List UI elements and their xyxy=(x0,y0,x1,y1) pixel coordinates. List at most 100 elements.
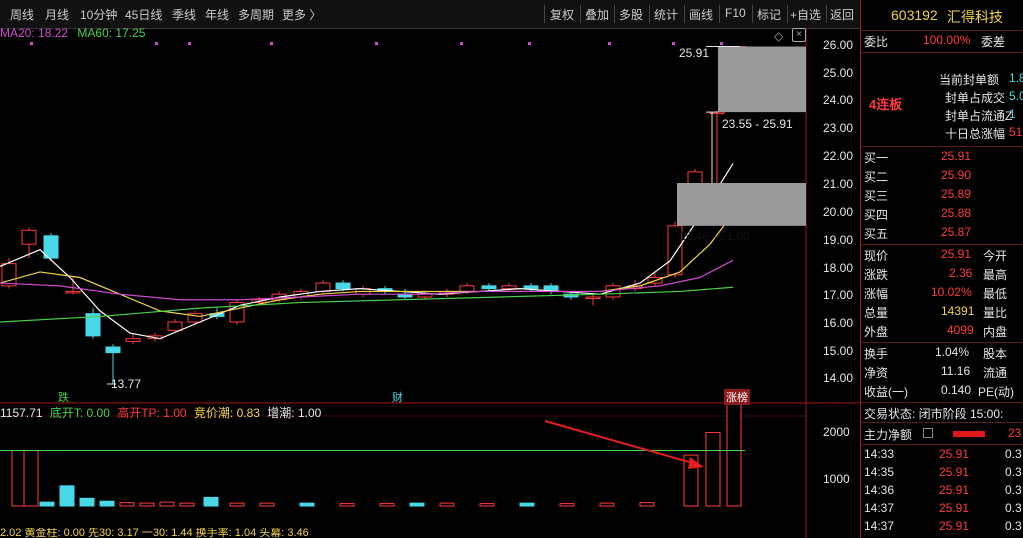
event-drop-marker[interactable]: 跌 xyxy=(58,389,69,405)
period-multi[interactable]: 多周期 xyxy=(238,6,274,23)
period-more[interactable]: 更多 〉 xyxy=(282,6,321,23)
quote-value: 2.36 xyxy=(949,266,973,280)
tick-time: 14:36 xyxy=(864,483,895,497)
tick-price: 25.91 xyxy=(939,501,970,515)
quote-label: 外盘 xyxy=(864,325,889,339)
volume-bar xyxy=(119,502,135,507)
tick-time: 14:37 xyxy=(864,501,895,515)
period-week[interactable]: 周线 xyxy=(10,6,34,23)
tool-mark-button[interactable]: 标记 xyxy=(757,6,781,23)
tool-add-watch-button[interactable]: +自选 xyxy=(790,6,821,23)
volume-bar xyxy=(23,449,39,507)
price-tick: 18.00 xyxy=(823,261,854,275)
tool-draw-button[interactable]: 画线 xyxy=(689,6,713,23)
price-tick: 21.00 xyxy=(823,177,854,191)
main-flow-value: 23 xyxy=(1008,426,1022,440)
weicha-label: 委差 xyxy=(981,35,1006,49)
tick-volume: 0.3 xyxy=(1005,519,1022,533)
bid-row[interactable]: 买一 25.91 xyxy=(861,148,1023,166)
signal-dot xyxy=(375,42,378,45)
seal-float-label: 封单占流通Z xyxy=(945,109,1013,123)
stat-label-right: 流通 xyxy=(983,366,1008,380)
volume-bar xyxy=(439,502,455,507)
volume-bar xyxy=(99,500,115,507)
bid-price: 25.88 xyxy=(941,206,972,220)
tick-price: 25.91 xyxy=(939,483,970,497)
period-10min[interactable]: 10分钟 xyxy=(80,6,117,23)
tick-price: 25.91 xyxy=(939,519,970,533)
seal-float-value: 1 xyxy=(1009,107,1016,121)
period-month[interactable]: 月线 xyxy=(45,6,69,23)
tick-price: 25.91 xyxy=(939,447,970,461)
ten-day-gain-value: 51 xyxy=(1009,125,1023,139)
volume-bar xyxy=(59,485,75,507)
candle-body xyxy=(501,285,517,290)
kline-chart[interactable] xyxy=(0,28,860,538)
indicator-zengchao: 增潮: 1.00 xyxy=(267,406,322,420)
price-tick: 26.00 xyxy=(823,38,854,52)
quote-label-right: 最低 xyxy=(983,287,1008,301)
event-limitup-marker[interactable]: 涨榜 xyxy=(724,389,750,405)
bid-price: 25.87 xyxy=(941,225,972,239)
price-tick: 24.00 xyxy=(823,93,854,107)
volume-bar xyxy=(479,503,495,507)
limitup-zone-upper xyxy=(718,46,806,113)
close-icon[interactable]: × xyxy=(792,28,806,42)
volume-bar xyxy=(705,432,721,507)
stat-value: 0.140 xyxy=(941,383,972,397)
price-tick: 14.00 xyxy=(823,371,854,385)
quote-label: 总量 xyxy=(864,306,889,320)
bid-row[interactable]: 买二 25.90 xyxy=(861,167,1023,185)
tool-fuquan-button[interactable]: 复权 xyxy=(550,6,574,23)
price-tick: 17.00 xyxy=(823,288,854,302)
period-year[interactable]: 年线 xyxy=(205,6,229,23)
candle-body xyxy=(65,290,81,294)
volume-bar xyxy=(379,503,395,507)
tick-row: 14:37 25.91 0.3 xyxy=(861,500,1023,518)
price-tick: 25.00 xyxy=(823,66,854,80)
candle-body xyxy=(523,285,539,290)
volume-tick: 1000 xyxy=(823,472,850,486)
tool-f10-button[interactable]: F10 xyxy=(725,6,746,20)
price-tick: 19.00 xyxy=(823,233,854,247)
bid-label: 买一 xyxy=(864,151,889,165)
bid-row[interactable]: 买四 25.88 xyxy=(861,205,1023,223)
tick-row: 14:36 25.91 0.3 xyxy=(861,482,1023,500)
period-45day[interactable]: 45日线 xyxy=(125,6,162,23)
tick-volume: 0.3 xyxy=(1005,501,1022,515)
low-price-label: 13.77 xyxy=(111,377,142,391)
quote-label-right: 量比 xyxy=(983,306,1008,320)
main-flow-bar xyxy=(953,431,985,437)
signal-dot xyxy=(155,42,158,45)
period-quarter[interactable]: 季线 xyxy=(172,6,196,23)
volume-bar xyxy=(259,502,275,507)
tool-stats-button[interactable]: 统计 xyxy=(654,6,678,23)
quote-value: 25.91 xyxy=(941,247,972,261)
list-icon[interactable] xyxy=(923,428,933,438)
stat-label: 换手 xyxy=(864,347,889,361)
price-tick: 15.00 xyxy=(823,344,854,358)
candle-body xyxy=(585,296,601,299)
bid-row[interactable]: 买五 25.87 xyxy=(861,224,1023,242)
bid-row[interactable]: 买三 25.89 xyxy=(861,186,1023,204)
quote-panel: 603192 汇得科技 委比 100.00% 委差 4连板 当前封单额 1.8 封… xyxy=(860,0,1023,538)
high-price-label: 25.91 xyxy=(679,46,710,60)
tool-back-button[interactable]: 返回 xyxy=(830,6,854,23)
tool-overlay-button[interactable]: 叠加 xyxy=(585,6,609,23)
stock-code: 603192 xyxy=(891,7,938,23)
indicator-jingjia: 竞价潮: 0.83 xyxy=(193,406,260,420)
bottom-legend: 2.02 黄金柱: 0.00 先30: 3.17 一30: 1.44 换手率: … xyxy=(0,528,309,538)
bid-price: 25.90 xyxy=(941,168,972,182)
bid-label: 买二 xyxy=(864,170,889,184)
tick-time: 14:33 xyxy=(864,447,895,461)
limitup-zone-lower xyxy=(677,183,806,226)
event-finance-marker[interactable]: 财 xyxy=(392,389,403,405)
bid-label: 买四 xyxy=(864,208,889,222)
diamond-icon[interactable]: ◇ xyxy=(774,29,783,43)
indicator-value: 1157.71 xyxy=(0,406,43,420)
indicator-legend: 1157.71 底开T: 0.00 高开TP: 1.00 竞价潮: 0.83 增… xyxy=(0,404,321,421)
weibi-value: 100.00% xyxy=(923,33,971,47)
seal-turnover-value: 5.0 xyxy=(1009,89,1023,103)
signal-dot xyxy=(528,42,531,45)
tool-multi-stock-button[interactable]: 多股 xyxy=(619,6,643,23)
